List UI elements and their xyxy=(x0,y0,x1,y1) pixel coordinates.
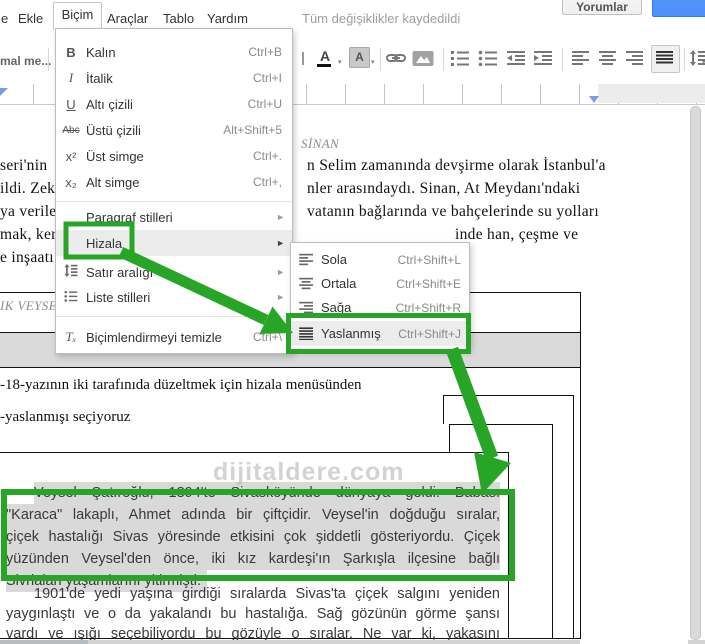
align-justify-icon[interactable] xyxy=(656,50,674,66)
submenu-item-align-right[interactable]: Sağa Ctrl+Shift+R xyxy=(291,295,469,320)
menu-item-list-styles[interactable]: Liste stilleri ► xyxy=(56,284,292,310)
doc-line-fragment: vatanın bağlarında ve bahçelerinde su yo… xyxy=(307,203,599,220)
align-left-icon xyxy=(291,253,321,266)
menu-tablo[interactable]: Tablo xyxy=(163,11,194,26)
menu-item-subscript[interactable]: x₂ Alt simge Ctrl+, xyxy=(56,169,292,195)
save-status: Tüm değişiklikler kaydedildi xyxy=(302,11,461,26)
instruction-line: -18-yazının iki tarafınıda düzeltmek içi… xyxy=(0,377,362,393)
align-justify-icon xyxy=(291,327,321,340)
submenu-item-align-justify[interactable]: Yaslanmış Ctrl+Shift+J xyxy=(291,321,469,346)
horizontal-scrollbar-track[interactable] xyxy=(688,640,705,644)
decrease-indent-icon[interactable] xyxy=(506,50,526,66)
clear-formatting-icon: Tₓ xyxy=(65,329,77,344)
menu-item-strikethrough[interactable]: Abc Üstü çizili Alt+Shift+5 xyxy=(56,117,292,143)
doc-line-fragment: n Selim zamanında devşirme olarak İstanb… xyxy=(307,157,606,174)
increase-indent-icon[interactable] xyxy=(533,50,553,66)
strikethrough-icon: Abc xyxy=(62,124,80,136)
doc-line-fragment: e inşaatı xyxy=(0,249,54,266)
submenu-item-align-center[interactable]: Ortala Ctrl+Shift+E xyxy=(291,271,469,296)
paragraph-line: yüzünden Veysel'den önce, iki kız kardeş… xyxy=(6,548,500,570)
partial-icon-fragment xyxy=(302,52,304,65)
insert-image-icon[interactable] xyxy=(412,50,434,67)
menu-item-superscript[interactable]: x² Üst simge Ctrl+. xyxy=(56,143,292,169)
doc-heading-sinan: SİNAN xyxy=(301,136,340,151)
bold-icon: B xyxy=(66,44,76,60)
horizontal-scrollbar-thumb[interactable] xyxy=(0,640,88,644)
menu-item-clear-formatting[interactable]: Tₓ Biçimlendirmeyi temizle Ctrl+\ xyxy=(56,324,292,350)
instruction-line: -yaslanmışı seçiyoruz xyxy=(0,409,131,425)
bulleted-list-icon[interactable] xyxy=(478,50,498,66)
align-left-icon[interactable] xyxy=(572,50,590,66)
italic-icon: I xyxy=(68,70,74,85)
submenu-item-align-left[interactable]: Sola Ctrl+Shift+L xyxy=(291,247,469,272)
align-submenu: Sola Ctrl+Shift+L Ortala Ctrl+Shift+E Sa… xyxy=(290,242,470,350)
paragraph-line: 1901'de yedi yaşına girdiği sıralarda Si… xyxy=(34,586,500,602)
highlight-color-icon[interactable]: A xyxy=(349,47,370,68)
align-center-icon xyxy=(291,277,321,290)
numbered-list-icon[interactable] xyxy=(450,50,470,66)
menu-item-bold[interactable]: B Kalın Ctrl+B xyxy=(56,39,292,65)
submenu-arrow-icon: ► xyxy=(276,212,285,222)
align-right-icon xyxy=(291,301,321,314)
menu-item-italic[interactable]: I İtalik Ctrl+I xyxy=(56,65,292,91)
align-right-icon[interactable] xyxy=(626,50,644,66)
doc-line-fragment: seri'nin xyxy=(0,157,48,174)
doc-line-fragment: ildi. Zek xyxy=(0,180,56,197)
highlight-caret-icon[interactable]: ▾ xyxy=(371,58,375,66)
list-styles-icon xyxy=(56,290,86,305)
share-button[interactable] xyxy=(652,0,705,17)
menu-fragment[interactable]: e xyxy=(1,11,8,26)
doc-line-fragment: mak, ker xyxy=(0,226,57,243)
menu-araclar[interactable]: Araçlar xyxy=(107,11,148,26)
superscript-icon: x² xyxy=(65,148,77,164)
menu-bicim-active[interactable]: Biçim xyxy=(53,2,102,30)
google-docs-window: SİNAN seri'nin ildi. Zek ya verile mak, … xyxy=(0,0,705,644)
comments-button[interactable]: Yorumlar xyxy=(562,0,642,15)
right-margin-marker[interactable] xyxy=(589,96,599,103)
menu-ekle[interactable]: Ekle xyxy=(18,11,43,26)
insert-link-icon[interactable] xyxy=(386,50,406,66)
text-color-icon[interactable]: A xyxy=(317,49,333,67)
text-color-caret-icon[interactable]: ▾ xyxy=(338,58,342,66)
ruler-margin-area xyxy=(598,84,705,103)
doc-line-fragment: ya verile xyxy=(0,203,57,220)
line-spacing-icon xyxy=(56,264,86,280)
align-center-icon[interactable] xyxy=(599,50,617,66)
watermark: dijitaldere.com xyxy=(213,458,405,486)
underline-icon: U xyxy=(66,96,76,112)
menu-yardim[interactable]: Yardım xyxy=(207,11,248,26)
doc-line-fragment: nler arasındaydı. Sinan, At Meydanı'ndak… xyxy=(307,180,581,197)
subscript-icon: x₂ xyxy=(65,174,77,190)
paragraph-line: yaygınlaştı ve o da yakalandı bu hastalı… xyxy=(6,606,500,622)
paragraph-line: "Karaca" lakaplı, Ahmet adında bir çiftç… xyxy=(6,504,500,526)
menu-item-align[interactable]: Hizala ► xyxy=(56,230,292,256)
vertical-scrollbar[interactable] xyxy=(690,106,701,640)
paragraph-line: çiçek hastalığı Sivas yöresinde etkisini… xyxy=(6,526,500,548)
menu-item-paragraph-styles[interactable]: Paragraf stilleri ► xyxy=(56,204,292,230)
doc-line-fragment: inde han, çeşme ve xyxy=(455,226,579,243)
menu-item-line-spacing[interactable]: Satır aralığı ► xyxy=(56,259,292,285)
menu-item-underline[interactable]: U Altı çizili Ctrl+U xyxy=(56,91,292,117)
style-dropdown-fragment[interactable]: mal me... xyxy=(0,54,51,68)
format-menu-dropdown: B Kalın Ctrl+B I İtalik Ctrl+I U Altı çi… xyxy=(55,28,293,354)
